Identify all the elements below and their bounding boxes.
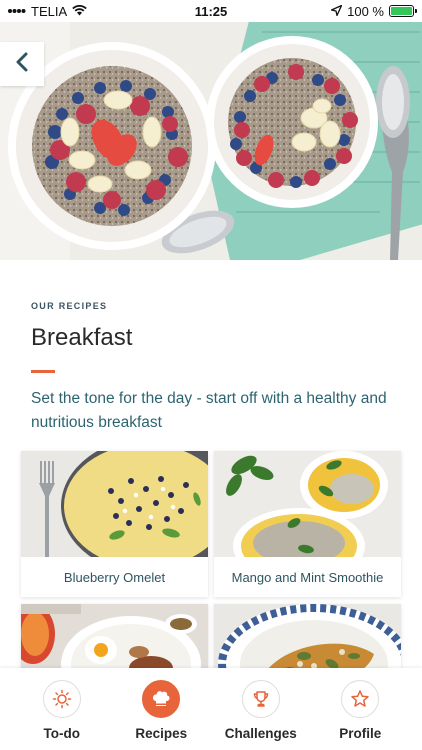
title-accent-divider [31,370,55,373]
tab-label: To-do [43,726,80,741]
chevron-left-icon [15,52,29,77]
hero-image [0,22,422,260]
battery-fill [391,7,412,15]
chef-hat-icon [142,680,181,718]
tab-label: Challenges [224,726,297,741]
signal-icon [8,4,26,19]
recipe-card-label: Blueberry Omelet [63,569,166,585]
recipe-card-blueberry-omelet[interactable]: Blueberry Omelet [21,451,208,597]
recipe-card-mango-mint-smoothie[interactable]: Mango and Mint Smoothie [214,451,401,597]
trophy-icon [241,680,280,718]
carrier-name: TELIA [31,3,68,19]
wifi-icon [72,4,87,19]
recipe-image-mango-mint-smoothie [214,451,401,557]
page-title: Breakfast [31,324,133,351]
tab-label: Recipes [135,726,188,741]
tab-label: Profile [339,726,382,741]
tab-challenges[interactable]: Challenges [216,668,306,750]
star-icon [341,680,380,718]
section-kicker: OUR RECIPES [31,301,108,311]
recipe-card-label: Mango and Mint Smoothie [231,569,384,585]
location-arrow-icon [330,4,343,19]
battery-icon [389,5,417,17]
recipe-image-blueberry-omelet [21,451,208,557]
sun-icon [42,680,81,718]
back-button[interactable] [0,42,44,86]
status-bar: TELIA 11:25 100 % [0,0,422,22]
tab-to-do[interactable]: To-do [17,668,107,750]
tab-recipes[interactable]: Recipes [116,668,206,750]
bottom-tab-bar: To-do Recipes Challenges Profile [0,668,422,750]
tab-profile[interactable]: Profile [315,668,405,750]
page-subtitle: Set the tone for the day - start off wit… [31,390,387,431]
battery-percent: 100 % [347,3,384,19]
